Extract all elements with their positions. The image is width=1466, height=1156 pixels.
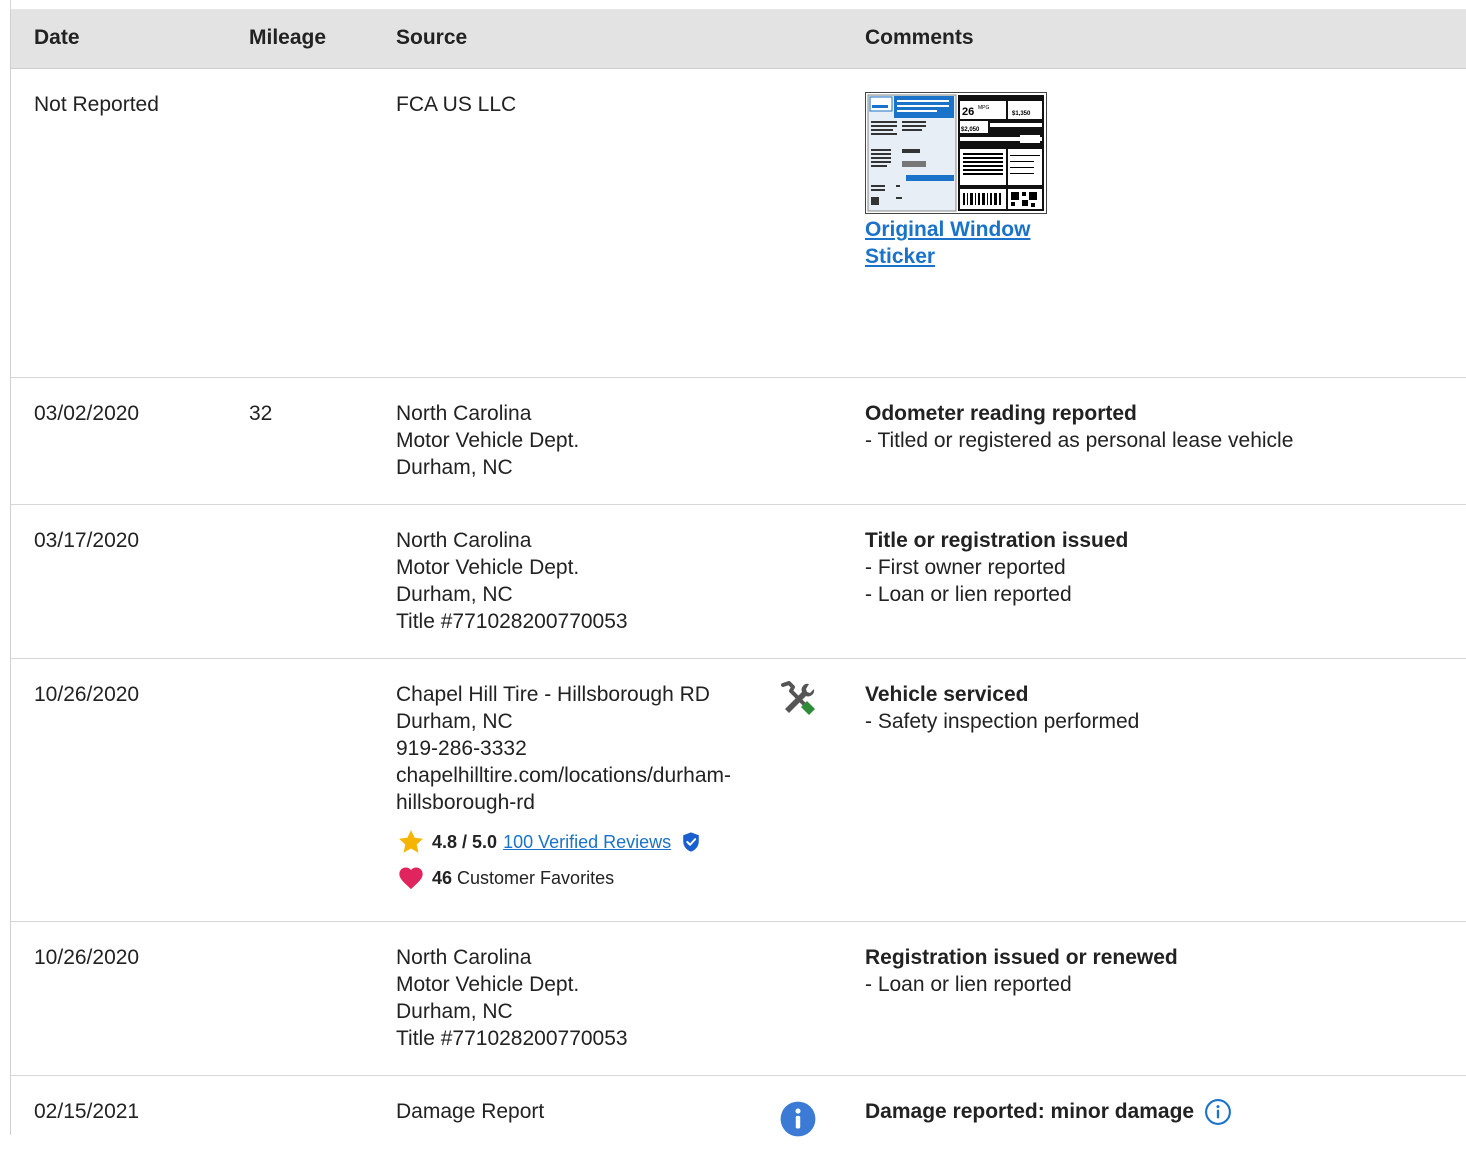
svg-text:26: 26 [962, 106, 974, 118]
customer-favorites: 46 Customer Favorites [396, 864, 776, 892]
sticker-link-line: Original Window [865, 218, 1031, 241]
window-sticker-thumbnail[interactable]: 26 MPG $1,350 $2,050 [865, 92, 1047, 214]
row-source: North Carolina Motor Vehicle Dept. Durha… [396, 527, 776, 635]
info-outline-icon[interactable] [1204, 1098, 1232, 1126]
svg-text:$2,050: $2,050 [961, 127, 980, 133]
column-header-source: Source [396, 26, 468, 49]
star-icon [399, 830, 423, 853]
table-row: 10/26/2020 North Carolina Motor Vehicle … [11, 922, 1466, 1076]
source-line: chapelhilltire.com/locations/durham- [396, 764, 731, 787]
shop-rating: 4.8 / 5.0 100 Verified Reviews [396, 828, 776, 856]
comment-title: Registration issued or renewed [865, 946, 1178, 969]
source-line: Motor Vehicle Dept. [396, 556, 580, 579]
table-row: 02/15/2021 Damage Report Damage reported… [11, 1076, 1466, 1156]
source-line: Title #771028200770053 [396, 1027, 628, 1050]
row-source: Damage Report [396, 1098, 776, 1125]
row-date: 10/26/2020 [34, 946, 140, 969]
row-comments: Title or registration issued First owner… [865, 527, 1455, 608]
column-header-mileage: Mileage [249, 26, 327, 49]
verified-reviews-link[interactable]: 100 Verified Reviews [503, 830, 671, 854]
row-source: North Carolina Motor Vehicle Dept. Durha… [396, 944, 776, 1052]
svg-text:MPG: MPG [978, 105, 990, 111]
comment-title: Odometer reading reported [865, 402, 1137, 425]
rating-score: 4.8 / 5.0 [432, 832, 498, 852]
comment-item: Titled or registered as personal lease v… [865, 427, 1455, 454]
row-date: Not Reported [34, 93, 159, 116]
comment-title: Damage reported: minor damage [865, 1098, 1455, 1126]
source-line: Durham, NC [396, 456, 513, 479]
column-header-date: Date [34, 26, 80, 49]
damage-title-text: Damage reported: minor damage [865, 1100, 1195, 1123]
table-row: Not Reported FCA US LLC 26 MPG $1,350 $2… [11, 69, 1466, 378]
source-line: Title #771028200770053 [396, 610, 628, 633]
row-comments: 26 MPG $1,350 $2,050 Original Window Sti… [865, 92, 1455, 270]
source-line: North Carolina [396, 402, 532, 425]
comment-item: Safety inspection performed [865, 708, 1455, 735]
source-line: Motor Vehicle Dept. [396, 973, 580, 996]
row-date: 10/26/2020 [34, 683, 140, 706]
comment-item: First owner reported [865, 554, 1455, 581]
source-line: hillsborough-rd [396, 791, 535, 814]
row-mileage: 32 [249, 402, 273, 425]
row-source: FCA US LLC [396, 91, 776, 118]
table-header: Date Mileage Source Comments [11, 10, 1466, 69]
original-window-sticker-link[interactable]: Original Window Sticker [865, 216, 1455, 270]
favorites-label: Customer Favorites [457, 868, 615, 888]
verified-shield-icon [683, 832, 699, 852]
comment-item: Loan or lien reported [865, 581, 1455, 608]
source-line: Durham, NC [396, 710, 513, 733]
table-row: 03/02/2020 32 North Carolina Motor Vehic… [11, 378, 1466, 505]
source-line: Damage Report [396, 1100, 545, 1123]
favorites-count: 46 [432, 868, 453, 888]
source-line: Durham, NC [396, 583, 513, 606]
table-row: 03/17/2020 North Carolina Motor Vehicle … [11, 505, 1466, 659]
row-date: 02/15/2021 [34, 1100, 140, 1123]
row-comments: Odometer reading reported Titled or regi… [865, 400, 1455, 454]
row-comments: Registration issued or renewed Loan or l… [865, 944, 1455, 998]
row-comments: Damage reported: minor damage [865, 1098, 1455, 1126]
vehicle-history-table: Date Mileage Source Comments Not Reporte… [10, 10, 1466, 1137]
table-row: 10/26/2020 Chapel Hill Tire - Hillsborou… [11, 659, 1466, 922]
comment-title: Title or registration issued [865, 529, 1129, 552]
row-date: 03/02/2020 [34, 402, 140, 425]
source-line: 919-286-3332 [396, 737, 527, 760]
service-tools-icon [781, 681, 815, 715]
top-border [10, 0, 1466, 10]
source-line: Chapel Hill Tire - Hillsborough RD [396, 683, 710, 706]
sticker-link-line: Sticker [865, 245, 936, 268]
comment-title: Vehicle serviced [865, 683, 1029, 706]
heart-icon [399, 867, 423, 890]
source-line: Motor Vehicle Dept. [396, 429, 580, 452]
row-date: 03/17/2020 [34, 529, 140, 552]
svg-text:$1,350: $1,350 [1012, 111, 1031, 117]
source-line: FCA US LLC [396, 93, 517, 116]
row-comments: Vehicle serviced Safety inspection perfo… [865, 681, 1455, 735]
row-source: North Carolina Motor Vehicle Dept. Durha… [396, 400, 776, 481]
column-header-comments: Comments [865, 26, 974, 49]
source-line: North Carolina [396, 946, 532, 969]
comment-item: Loan or lien reported [865, 971, 1455, 998]
info-icon[interactable] [779, 1100, 817, 1138]
row-source: Chapel Hill Tire - Hillsborough RD Durha… [396, 681, 776, 892]
source-line: Durham, NC [396, 1000, 513, 1023]
source-line: North Carolina [396, 529, 532, 552]
